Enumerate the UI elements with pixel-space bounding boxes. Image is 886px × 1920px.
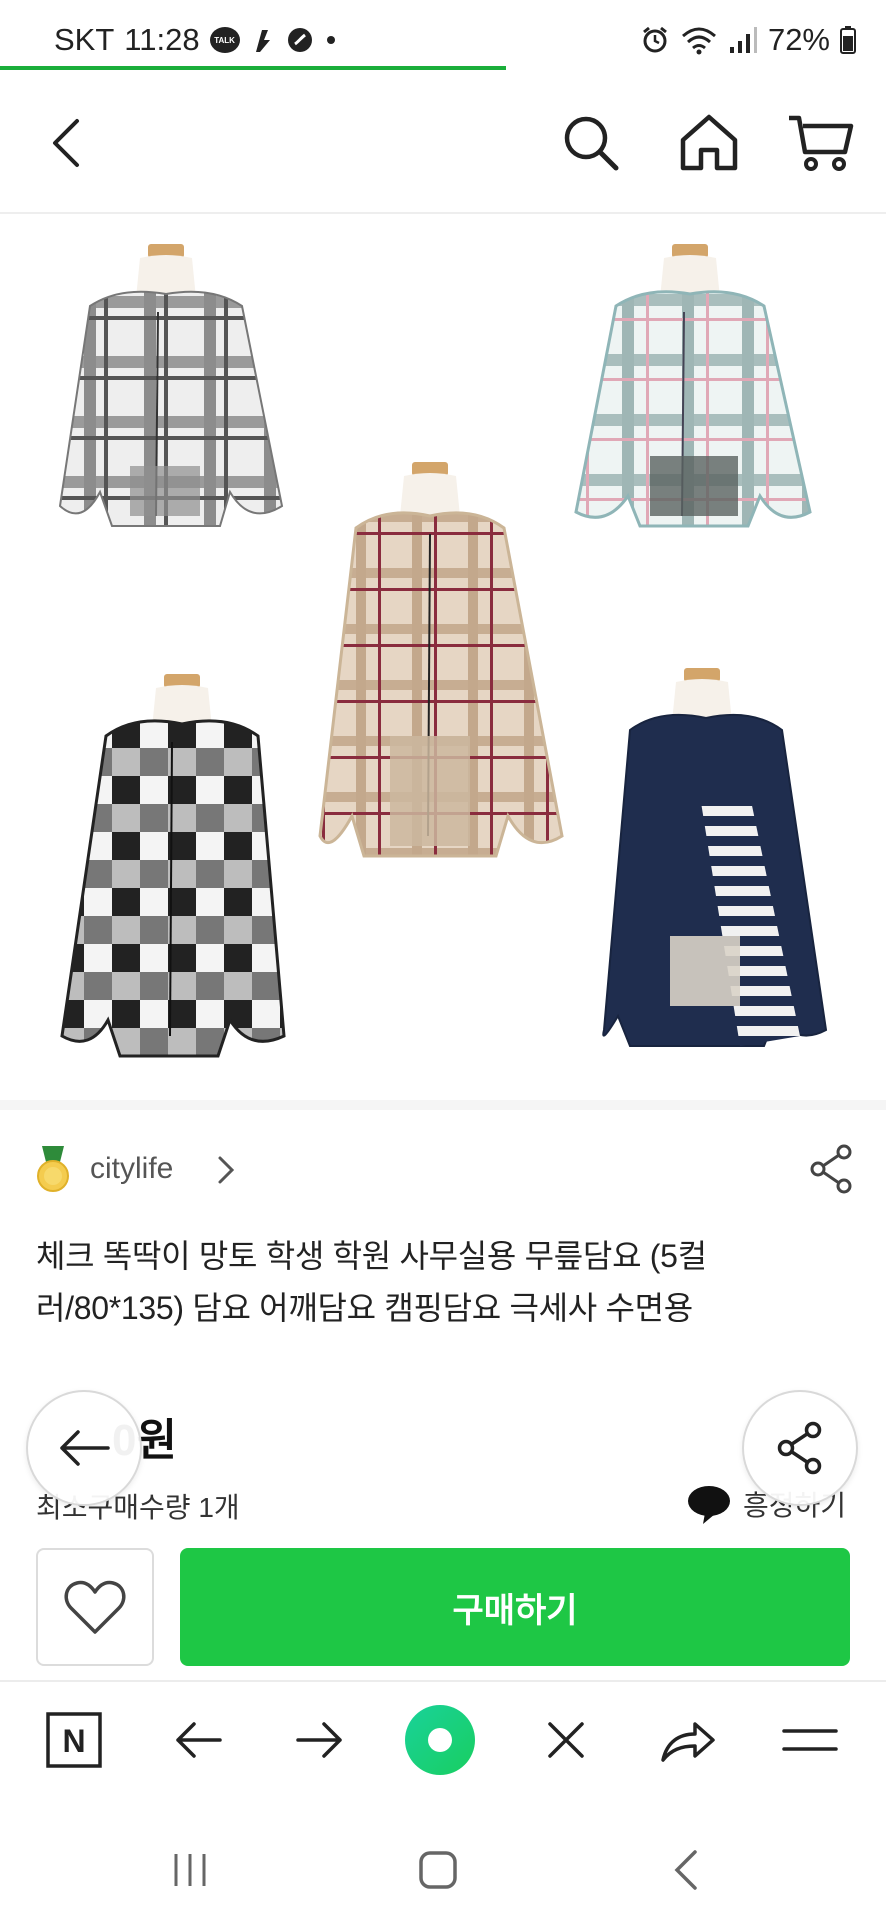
- cart-button[interactable]: [786, 108, 856, 178]
- chevron-left-icon: [674, 1850, 697, 1890]
- system-navigation-bar: [0, 1800, 886, 1920]
- menu-icon: [782, 1729, 838, 1751]
- arrow-left-icon: [176, 1722, 222, 1758]
- wishlist-button[interactable]: [36, 1548, 154, 1666]
- green-dot-icon: [405, 1705, 475, 1775]
- arrow-left-icon: [60, 1430, 110, 1466]
- top-nav: [0, 70, 886, 214]
- signal-icon: [729, 27, 757, 53]
- home-icon: [680, 114, 738, 171]
- home-button[interactable]: [674, 108, 744, 178]
- search-icon: [564, 116, 619, 171]
- heart-icon: [64, 1580, 126, 1634]
- close-tab-button[interactable]: [530, 1704, 602, 1776]
- home-square-icon: [419, 1851, 457, 1889]
- carrier: SKT: [54, 22, 115, 57]
- alarm-icon: [643, 26, 667, 53]
- system-back-button[interactable]: [656, 1840, 716, 1900]
- product-title: 체크 똑딱이 망토 학생 학원 사무실용 무릎담요 (5컬러/80*135) 담…: [36, 1238, 707, 1326]
- battery-icon: [840, 26, 856, 54]
- naver-home-button[interactable]: N: [38, 1704, 110, 1776]
- chevron-right-icon[interactable]: [214, 1152, 238, 1188]
- arrow-right-icon: [296, 1722, 342, 1758]
- browser-back-button[interactable]: [162, 1704, 234, 1776]
- more-notifications-dot-icon: [326, 36, 335, 44]
- product-image[interactable]: [0, 216, 886, 1100]
- cart-icon: [789, 115, 854, 171]
- browser-forward-button[interactable]: [284, 1704, 356, 1776]
- recent-apps-button[interactable]: [160, 1840, 220, 1900]
- floating-back-button[interactable]: [26, 1390, 142, 1506]
- browser-toolbar: N: [0, 1680, 886, 1800]
- system-home-button[interactable]: [408, 1840, 468, 1900]
- floating-share-button[interactable]: [742, 1390, 858, 1506]
- close-icon: [548, 1722, 584, 1758]
- status-right: 72%: [640, 22, 856, 58]
- product-thumb-beige: [318, 462, 564, 858]
- share-icon: [777, 1421, 822, 1475]
- naver-logo-letter: N: [62, 1723, 85, 1759]
- naver-green-dot-button[interactable]: [404, 1704, 476, 1776]
- notification-app-icon: [255, 30, 270, 52]
- product-thumb-black-white: [60, 674, 286, 1058]
- clock: 11:28: [124, 22, 200, 57]
- product-thumb-mint: [574, 244, 812, 528]
- share-icon[interactable]: [808, 1144, 854, 1194]
- search-button[interactable]: [556, 108, 626, 178]
- kakaotalk-icon: TALK: [209, 27, 240, 53]
- wifi-icon: [681, 27, 716, 55]
- battery-percent: 72%: [767, 22, 830, 57]
- status-left: SKT 11:28 TALK: [54, 22, 338, 58]
- notification-app2-icon: [287, 28, 312, 52]
- seller-row: citylife: [34, 1142, 854, 1198]
- buy-button[interactable]: 구매하기: [180, 1548, 850, 1666]
- naver-n-icon: N: [46, 1712, 102, 1768]
- share-arrow-icon: [661, 1722, 715, 1762]
- section-divider: [0, 1100, 886, 1110]
- product-thumb-navy: [602, 668, 828, 1047]
- browser-share-button[interactable]: [652, 1704, 724, 1776]
- status-bar: SKT 11:28 TALK 72%: [0, 0, 886, 70]
- chevron-left-icon: [53, 119, 79, 167]
- talk-bubble-icon: [687, 1486, 730, 1524]
- product-thumb-gray: [58, 244, 284, 527]
- seller-medal-icon: [37, 1146, 69, 1192]
- back-button[interactable]: [32, 108, 102, 178]
- seller-name[interactable]: citylife: [90, 1152, 173, 1186]
- recent-apps-icon: [174, 1854, 206, 1886]
- browser-menu-button[interactable]: [774, 1704, 846, 1776]
